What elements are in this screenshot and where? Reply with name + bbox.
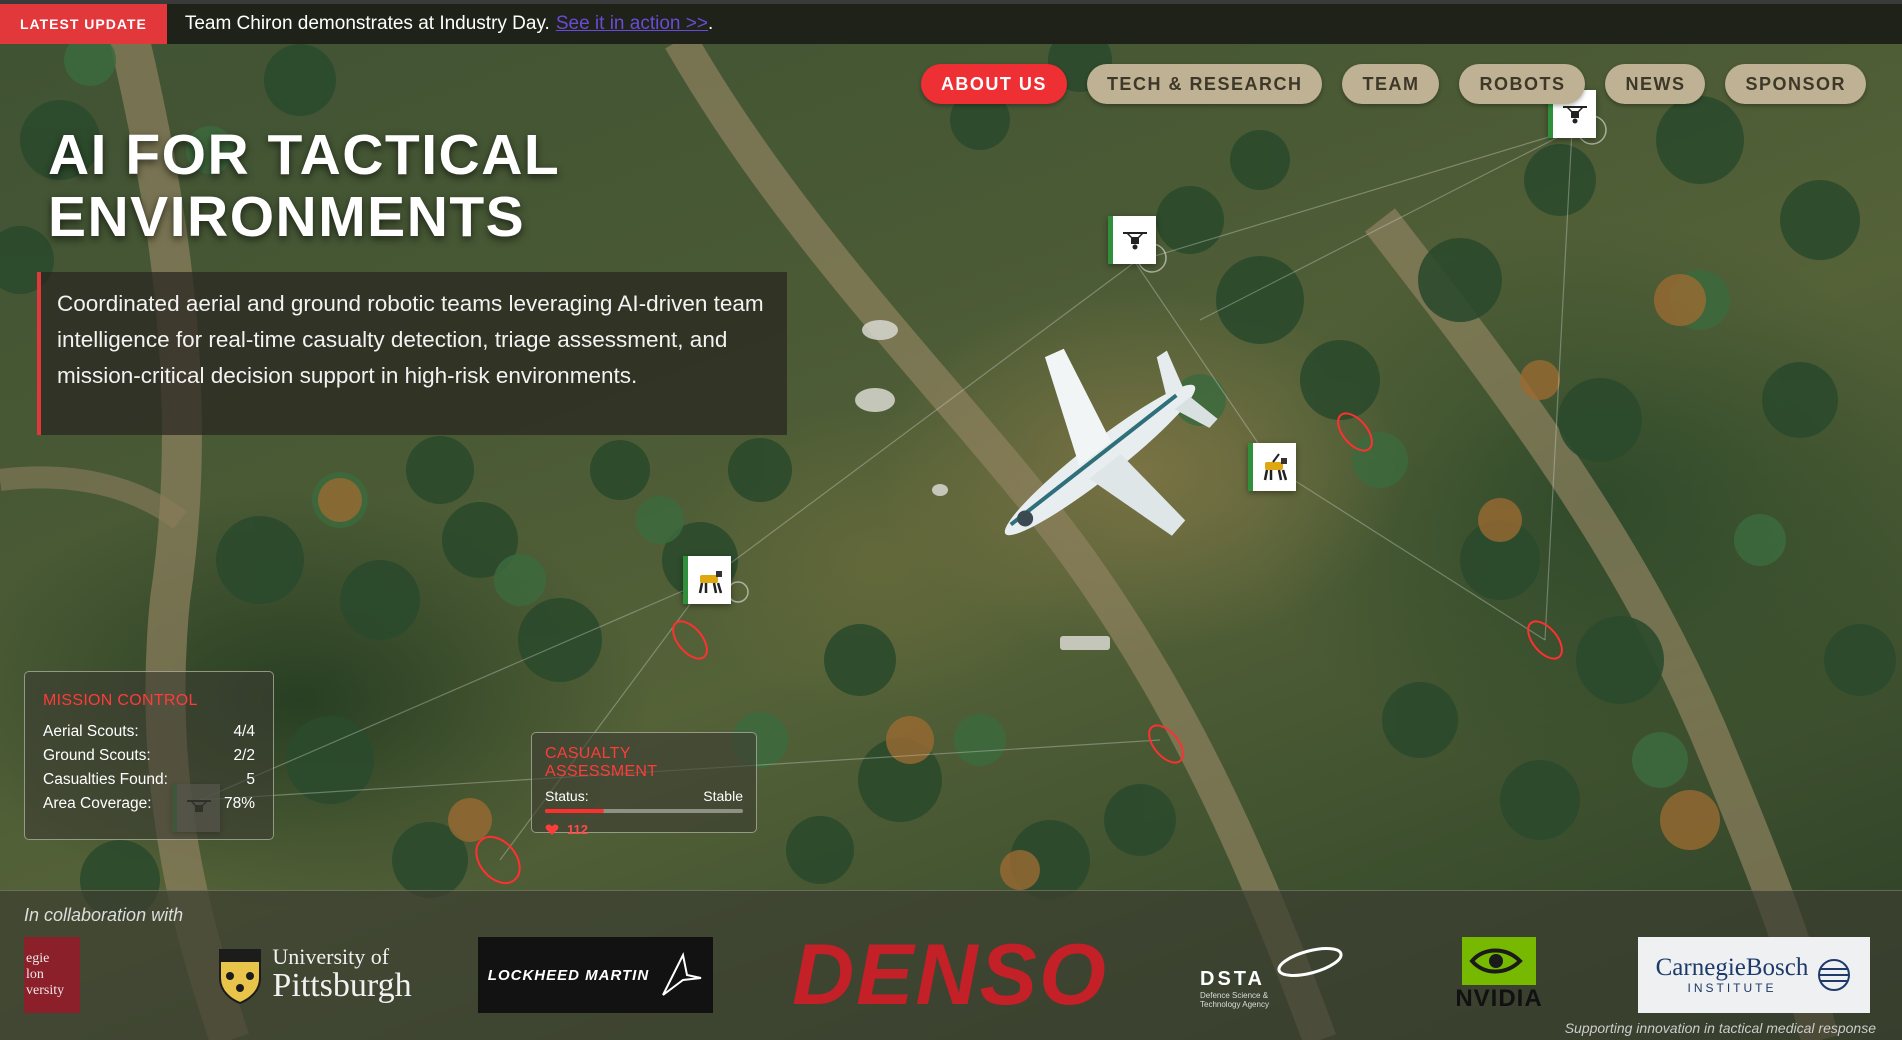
carnegiebosch-globe-icon [1818,959,1851,991]
pitt-line1: University of [272,944,390,969]
hero-title-line2: ENVIRONMENTS [48,185,526,249]
logo-university-of-pittsburgh[interactable]: University of Pittsburgh [200,937,430,1013]
carnegiebosch-line1: CarnegieBosch [1655,954,1809,981]
stat-row: Aerial Scouts: 4/4 [43,720,255,744]
nvidia-eye-icon [1462,937,1536,985]
hero-title: AI FOR TACTICAL ENVIRONMENTS [48,124,668,248]
stat-row: Area Coverage: 78% [43,792,255,816]
ticker-message: Team Chiron demonstrates at Industry Day… [184,13,550,34]
casualty-assessment-panel: CASUALTY ASSESSMENT Status: Stable 112 [531,732,757,837]
stat-row: Ground Scouts: 2/2 [43,744,255,768]
heart-rate-row: 112 [545,822,743,837]
status-progress-bar [545,809,743,813]
lockheed-star-icon [662,951,702,996]
nav-about-us[interactable]: ABOUT US [920,64,1067,104]
ground-robot-marker[interactable] [683,556,731,604]
casualty-assessment-title: CASUALTY ASSESSMENT [545,745,658,780]
partners-strip: In collaboration with egie lon versity U… [0,890,1902,1040]
status-value: Stable [703,788,743,804]
drone-icon [1122,232,1147,250]
lockheed-text: LOCKHEED MARTIN [487,966,650,984]
stat-row: Casualties Found: 5 [43,768,255,792]
stat-label: Aerial Scouts: [43,723,139,740]
robot-dog-icon [698,571,722,594]
heart-rate-value: 112 [567,822,588,837]
pitt-line2: Pittsburgh [272,967,412,1004]
carnegiebosch-line2: INSTITUTE [1687,981,1777,995]
stat-label: Casualties Found: [43,771,168,788]
dsta-text: DSTA [1200,967,1265,990]
dsta-sub1: Defence Science & [1200,990,1269,1000]
pitt-shield-icon [219,949,262,1004]
logo-carnegie-mellon[interactable]: egie lon versity [24,937,80,1013]
cmu-text-line: lon [26,967,44,982]
hero-description: Coordinated aerial and ground robotic te… [37,272,787,435]
ground-robot-marker[interactable] [1248,443,1296,491]
hero-title-line1: AI FOR TACTICAL [48,123,561,187]
latest-update-badge: LATEST UPDATE [0,4,167,44]
drone-icon [1562,106,1587,124]
stat-value: 5 [246,771,255,788]
nav-tech-research[interactable]: TECH & RESEARCH [1086,64,1323,104]
latest-update-ticker: LATEST UPDATE Team Chiron demonstrates a… [0,0,1902,44]
stat-value: 4/4 [233,723,255,740]
partners-footnote: Supporting innovation in tactical medica… [1564,1020,1876,1036]
logo-carnegiebosch-institute[interactable]: CarnegieBosch INSTITUTE [1638,937,1870,1013]
nav-sponsor[interactable]: SPONSOR [1725,64,1866,104]
see-it-in-action-link[interactable]: See it in action >> [556,13,708,35]
logo-denso[interactable]: DENSO [760,927,1140,1023]
status-row: Status: Stable [545,787,743,805]
denso-text: DENSO [792,926,1108,1023]
logo-lockheed-martin[interactable]: LOCKHEED MARTIN [478,937,713,1013]
ticker-suffix: . [707,13,714,34]
nvidia-text: NVIDIA [1455,985,1543,1012]
robot-dog-icon [1263,453,1287,481]
stat-label: Area Coverage: [43,795,152,812]
logo-nvidia[interactable]: NVIDIA [1446,937,1552,1013]
stat-value: 2/2 [233,747,255,764]
cmu-text-line: egie [26,951,50,966]
nav-robots[interactable]: ROBOTS [1459,64,1586,104]
nav-news[interactable]: NEWS [1605,64,1706,104]
stat-label: Ground Scouts: [43,747,151,764]
drone-marker[interactable] [1108,216,1156,264]
dsta-sub2: Technology Agency [1200,999,1269,1009]
heart-icon [545,824,559,835]
status-label: Status: [545,788,589,804]
status-progress-fill [545,809,605,813]
logo-dsta[interactable]: DSTA Defence Science & Technology Agency [1200,937,1350,1013]
cmu-text-line: versity [26,983,65,998]
collaboration-heading: In collaboration with [24,905,184,925]
stat-value: 78% [223,795,255,812]
main-nav: ABOUT US TECH & RESEARCH TEAM ROBOTS NEW… [920,64,1866,104]
nav-team[interactable]: TEAM [1342,64,1440,104]
mission-control-panel: MISSION CONTROL Aerial Scouts: 4/4 Groun… [24,671,274,840]
mission-control-title: MISSION CONTROL [43,692,198,709]
